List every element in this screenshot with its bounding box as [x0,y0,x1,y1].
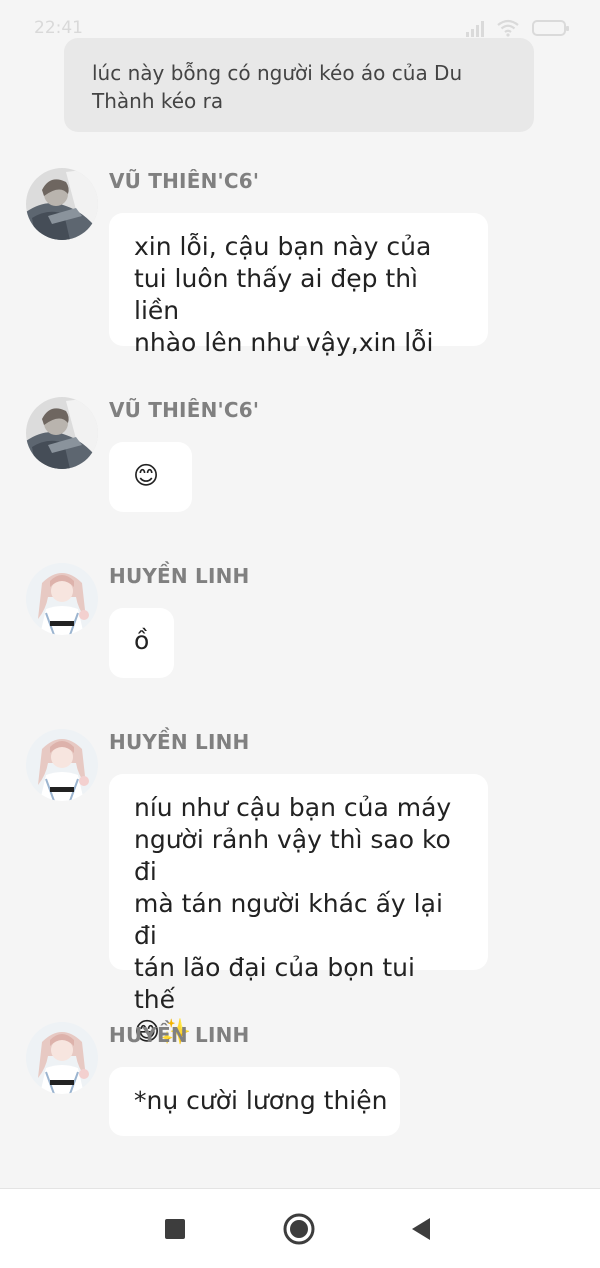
message-line: tán lão đại của bọn tui thế [134,953,415,1014]
message-line: nhào lên như vậy,xin lỗi [134,328,434,357]
battery-icon [532,20,569,36]
message-bubble: xin lỗi, cậu bạn này của tui luôn thấy a… [109,213,488,357]
message-line: tui luôn thấy ai đẹp thì liền [134,264,418,325]
message-bubble: *nụ cười lương thiện [109,1067,400,1136]
message-line: *nụ cười lương thiện [134,1086,388,1115]
avatar-huyen-linh[interactable] [26,1022,98,1094]
circle-home-icon[interactable] [281,1211,317,1247]
sender-name: HUYỀN LINH [109,1023,250,1047]
status-time: 22:41 [34,18,83,38]
message-line: níu như cậu bạn của máy [134,793,452,822]
signal-icon [466,21,488,37]
square-recents-icon[interactable] [157,1211,193,1247]
message-bubble: 😊 [109,442,192,512]
message-line: xin lỗi, cậu bạn này của [134,232,432,261]
sender-name: HUYỀN LINH [109,564,250,588]
sender-name: VŨ THIÊN'C6' [109,169,260,193]
sender-name: VŨ THIÊN'C6' [109,398,260,422]
message-bubble: ồ [109,608,174,678]
narration-bubble: lúc này bỗng có người kéo áo của Du Thàn… [64,38,534,132]
message-bubble: níu như cậu bạn của máy người rảnh vậy t… [109,774,488,1046]
message-line: ồ [134,626,150,655]
avatar-vu-thien[interactable] [26,168,98,240]
message-line: mà tán người khác ấy lại đi [134,889,443,950]
message-line: người rảnh vậy thì sao ko đi [134,825,451,886]
avatar-vu-thien[interactable] [26,397,98,469]
sender-name: HUYỀN LINH [109,730,250,754]
avatar-huyen-linh[interactable] [26,729,98,801]
triangle-back-icon[interactable] [404,1211,440,1247]
wifi-icon [497,19,519,37]
avatar-huyen-linh[interactable] [26,563,98,635]
message-line: 😊 [133,461,160,490]
navigation-bar [0,1188,600,1268]
